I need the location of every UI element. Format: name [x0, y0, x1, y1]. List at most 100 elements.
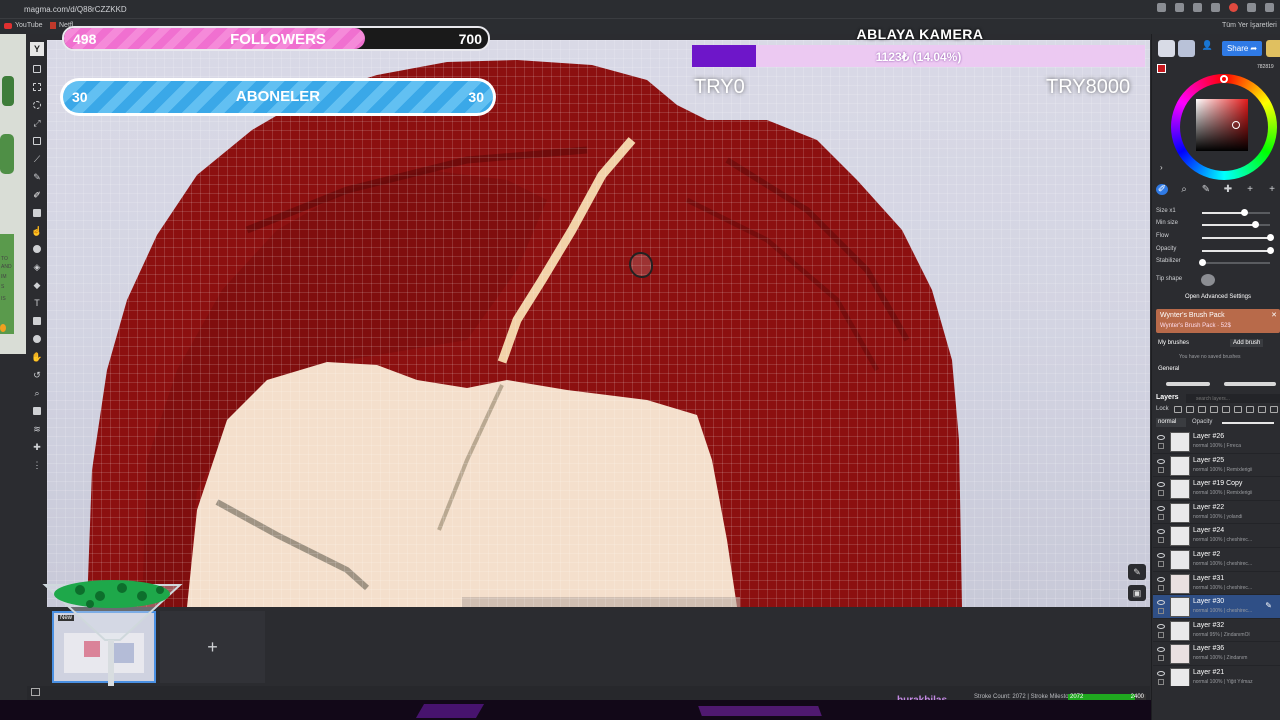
delete-layer-icon[interactable] — [1258, 406, 1266, 413]
more-layer-icon[interactable] — [1270, 406, 1278, 413]
smudge-icon[interactable]: ☝ — [27, 222, 47, 240]
gradient-icon[interactable]: ◆ — [27, 276, 47, 294]
visibility-eye-icon[interactable] — [1157, 600, 1165, 606]
panel-toggle-icon[interactable] — [31, 688, 40, 696]
lock-icon[interactable] — [1174, 406, 1182, 413]
brush-pack-card[interactable]: Wynter's Brush Pack Wynter's Brush Pack … — [1156, 309, 1280, 333]
layer-lock-icon[interactable] — [1158, 560, 1164, 567]
translate-icon[interactable] — [1157, 3, 1166, 12]
close-icon[interactable]: ✕ — [1271, 311, 1277, 319]
layer-row[interactable]: Layer #19 Copy normal 100% | Remixlerigii — [1153, 477, 1280, 501]
layer-lock-icon[interactable] — [1158, 537, 1164, 544]
layer-lock-icon[interactable] — [1158, 608, 1164, 615]
move-icon[interactable] — [27, 60, 47, 78]
rotate-icon[interactable]: ↺ — [27, 366, 47, 384]
opacity-slider-knob[interactable] — [1267, 247, 1274, 254]
general-brushes-header[interactable]: General — [1158, 366, 1179, 372]
visibility-eye-icon[interactable] — [1157, 623, 1165, 629]
profile-icon[interactable] — [1247, 3, 1256, 12]
layer-row[interactable]: Layer #2 normal 100% | cheshirec... — [1153, 548, 1280, 572]
prop-stabilizer[interactable]: Stabilizer — [1156, 258, 1280, 268]
collaborator-avatar[interactable] — [1158, 40, 1175, 57]
layer-row[interactable]: Layer #32 normal 95% | ZindanımOl — [1153, 619, 1280, 643]
prop-min-size[interactable]: Min size — [1156, 220, 1280, 230]
collaborator-avatar[interactable] — [1178, 40, 1195, 57]
visibility-eye-icon[interactable] — [1157, 647, 1165, 653]
eyedropper-icon[interactable]: ⟋ — [27, 150, 47, 168]
clip-icon[interactable] — [1198, 406, 1206, 413]
eraser-icon[interactable] — [27, 204, 47, 222]
color-handle[interactable] — [1232, 121, 1240, 129]
plus-tool-icon[interactable]: ✚ — [1222, 184, 1234, 195]
prop-flow[interactable]: Flow — [1156, 233, 1280, 243]
open-advanced-settings-button[interactable]: Open Advanced Settings — [1156, 292, 1280, 303]
record-icon[interactable] — [1229, 3, 1238, 12]
brush-preview-strokes[interactable] — [1160, 378, 1280, 390]
visibility-eye-icon[interactable] — [1157, 482, 1165, 488]
merge-icon[interactable] — [1234, 406, 1242, 413]
pen-mode-button[interactable]: ✎ — [1128, 564, 1146, 580]
browser-address-bar[interactable]: magma.com/d/Q88rCZZKKD — [0, 0, 1280, 18]
add-brush-button[interactable]: Add brush — [1230, 339, 1264, 347]
layer-row[interactable]: Layer #30 normal 100% | cheshirec... ✎ — [1153, 595, 1280, 619]
layer-lock-icon[interactable] — [1158, 678, 1164, 685]
visibility-eye-icon[interactable] — [1157, 435, 1165, 440]
saturation-value-picker[interactable] — [1196, 99, 1248, 151]
chat-button[interactable]: ▣ — [1128, 585, 1146, 601]
layer-lock-icon[interactable] — [1158, 466, 1164, 473]
new-folder-icon[interactable] — [1222, 406, 1230, 413]
user-avatar[interactable] — [1266, 40, 1280, 57]
add-tool-2-icon[interactable]: + — [1266, 184, 1278, 195]
new-layer-icon[interactable] — [1210, 406, 1218, 413]
bookmark-all[interactable]: Tüm Yer İşaretleri — [1222, 22, 1277, 29]
layer-row[interactable]: Layer #26 normal 100% | Frreca — [1153, 430, 1280, 454]
layer-row[interactable]: Layer #25 normal 100% | Remixlerigii — [1153, 454, 1280, 478]
url-text[interactable]: magma.com/d/Q88rCZZKKD — [24, 5, 127, 14]
fill-icon[interactable]: ◈ — [27, 258, 47, 276]
share-button[interactable]: Share ➦ — [1222, 41, 1262, 56]
app-menu-button[interactable]: Y — [30, 42, 44, 56]
layer-row[interactable]: Layer #31 normal 100% | cheshirec... — [1153, 572, 1280, 596]
lock-alpha-icon[interactable] — [1186, 406, 1194, 413]
min-size-slider-knob[interactable] — [1252, 221, 1260, 228]
tip-shape-preview[interactable] — [1201, 274, 1215, 286]
users-icon[interactable]: 👤 — [1199, 40, 1216, 57]
layer-lock-icon[interactable] — [1158, 655, 1164, 662]
layer-lock-icon[interactable] — [1158, 584, 1164, 591]
visibility-eye-icon[interactable] — [1157, 552, 1165, 558]
brush-icon[interactable]: ✐ — [27, 186, 47, 204]
visibility-eye-icon[interactable] — [1157, 576, 1165, 582]
size-slider-knob[interactable] — [1241, 209, 1249, 216]
duplicate-icon[interactable] — [1246, 406, 1254, 413]
extensions-icon[interactable] — [1211, 3, 1220, 12]
color-panel-arrow-icon[interactable]: › — [1160, 163, 1163, 172]
visibility-eye-icon[interactable] — [1157, 505, 1165, 511]
drawing-canvas[interactable]: ✎ ▣ — [47, 40, 1150, 607]
blur-icon[interactable] — [27, 240, 47, 258]
hue-handle[interactable] — [1220, 75, 1228, 83]
current-color-swatch[interactable] — [1157, 64, 1166, 73]
prop-size[interactable]: Size x1 — [1156, 208, 1280, 218]
visibility-eye-icon[interactable] — [1157, 670, 1165, 676]
bookmark-youtube[interactable]: YouTube — [4, 22, 43, 29]
transform-icon[interactable]: ⤢ — [27, 114, 47, 132]
share-page-icon[interactable] — [1175, 3, 1184, 12]
my-brushes-header[interactable]: My brushes — [1158, 340, 1189, 346]
layer-lock-icon[interactable] — [1158, 490, 1164, 497]
prop-opacity[interactable]: Opacity — [1156, 246, 1280, 256]
layer-search-input[interactable] — [1186, 394, 1280, 403]
visibility-eye-icon[interactable] — [1157, 529, 1165, 535]
edit-layer-icon[interactable]: ✎ — [1265, 601, 1272, 610]
layer-row[interactable]: Layer #36 normal 100% | Zindanım — [1153, 642, 1280, 666]
more-icon[interactable]: ⋮ — [27, 456, 47, 474]
select-icon[interactable] — [27, 78, 47, 96]
pencil-icon[interactable]: ✎ — [27, 168, 47, 186]
layer-row[interactable]: Layer #24 normal 100% | cheshirec... — [1153, 524, 1280, 548]
pen-tool-icon[interactable]: ✎ — [1200, 184, 1212, 195]
visibility-eye-icon[interactable] — [1157, 458, 1165, 464]
lasso-icon[interactable] — [27, 96, 47, 114]
search-brush-icon[interactable]: ⌕ — [1178, 184, 1190, 195]
text-icon[interactable]: T — [27, 294, 47, 312]
add-icon[interactable]: ✚ — [27, 438, 47, 456]
layer-row[interactable]: Layer #22 normal 100% | yolandi — [1153, 501, 1280, 525]
